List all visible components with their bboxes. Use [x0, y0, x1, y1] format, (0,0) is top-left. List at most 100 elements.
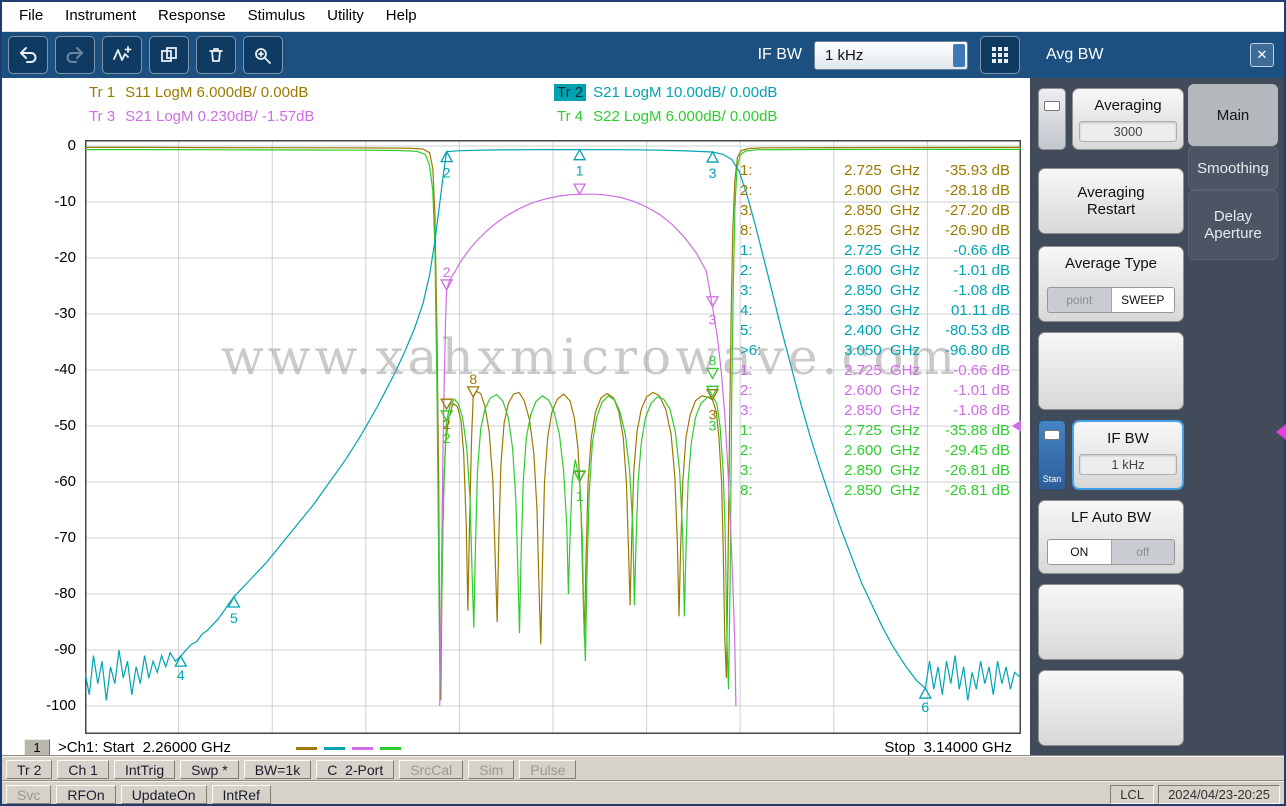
stan-label: Stan [1042, 474, 1062, 484]
svg-text:3: 3 [709, 165, 717, 181]
averaging-value: 3000 [1079, 121, 1177, 142]
y-axis-tick: -100 [45, 697, 76, 714]
status-tr-2[interactable]: Tr 2 [6, 759, 53, 779]
tr3-reference-marker-icon [1012, 420, 1021, 432]
menu-stimulus[interactable]: Stimulus [237, 3, 317, 28]
screen-copy-button[interactable] [149, 36, 189, 74]
status-updateon[interactable]: UpdateOn [120, 784, 207, 804]
svg-text:5: 5 [230, 610, 238, 626]
blank-softkey-row-2 [1038, 584, 1184, 660]
trace-label-3[interactable]: Tr 3 S21 LogM 0.230dB/ -1.57dB [86, 108, 314, 125]
y-axis-tick: 0 [67, 137, 76, 154]
zoom-button[interactable] [243, 36, 283, 74]
legend-dash-icon [296, 747, 317, 750]
blank-softkey-button-1[interactable] [1038, 332, 1184, 410]
svg-text:2: 2 [443, 264, 451, 280]
ifbw-input-value: 1 kHz [825, 46, 864, 64]
tab-main[interactable]: Main [1188, 84, 1278, 146]
lf-auto-bw-on-option[interactable]: ON [1048, 540, 1111, 564]
status-c-2-port[interactable]: C 2-Port [316, 759, 395, 779]
averaging-toggle-button[interactable] [1038, 88, 1066, 150]
undo-button[interactable] [8, 36, 48, 74]
marker-readout-row: 2: 2.600 GHz -1.01 dB [740, 382, 1010, 399]
marker-readout-row: 2: 2.600 GHz -1.01 dB [740, 262, 1010, 279]
average-type-segmented: point SWEEP [1047, 287, 1175, 313]
status-bw-1k[interactable]: BW=1k [243, 759, 312, 779]
svg-text:3: 3 [709, 417, 717, 433]
redo-button[interactable] [55, 36, 95, 74]
trace-label-2[interactable]: Tr 2 S21 LogM 10.00dB/ 0.00dB [554, 84, 777, 101]
undo-icon [18, 46, 38, 64]
svg-text:3: 3 [709, 312, 717, 328]
redo-icon [65, 46, 85, 64]
status-sim: Sim [468, 759, 515, 779]
status-rfon[interactable]: RFOn [56, 784, 116, 804]
menu-instrument[interactable]: Instrument [54, 3, 147, 28]
lf-auto-bw-segmented: ON off [1047, 539, 1175, 565]
status-inttrig[interactable]: IntTrig [113, 759, 176, 779]
toggle-indicator-icon [1044, 101, 1060, 111]
y-axis-tick: -90 [54, 641, 76, 658]
marker-readout-row: 2: 2.600 GHz -28.18 dB [740, 182, 1010, 199]
lf-auto-bw-off-option[interactable]: off [1110, 540, 1175, 564]
marker-readout-row: 8: 2.850 GHz -26.81 dB [740, 482, 1010, 499]
ifbw-input-spinner[interactable] [953, 43, 965, 67]
svg-text:1: 1 [576, 488, 584, 504]
panel-title: Avg BW [1046, 46, 1104, 63]
trace-legend-dashes [296, 747, 401, 750]
average-type-row: Average Type point SWEEP [1038, 246, 1184, 322]
vna-application-window: File Instrument Response Stimulus Utility Hel… [0, 0, 1286, 806]
menu-help[interactable]: Help [375, 3, 428, 28]
add-trace-icon [112, 46, 132, 64]
status-ch-1[interactable]: Ch 1 [57, 759, 109, 779]
tab-delay-aperture[interactable]: Delay Aperture [1188, 190, 1278, 260]
close-icon[interactable]: ✕ [1250, 43, 1274, 67]
marker-readout-row: 1: 2.725 GHz -35.88 dB [740, 422, 1010, 439]
average-type-sweep-option[interactable]: SWEEP [1110, 288, 1174, 312]
lf-auto-bw-button[interactable]: LF Auto BW ON off [1038, 500, 1184, 574]
marker-readout-row: 3: 2.850 GHz -1.08 dB [740, 402, 1010, 419]
ifbw-value: 1 kHz [1079, 454, 1177, 475]
status-bar-2: Svc RFOn UpdateOn IntRef LCL 2024/04/23-20:… [0, 781, 1286, 806]
average-type-button[interactable]: Average Type point SWEEP [1038, 246, 1184, 322]
blank-softkey-button-2[interactable] [1038, 584, 1184, 660]
average-type-label: Average Type [1064, 255, 1157, 272]
averaging-row: Averaging 3000 [1038, 88, 1184, 150]
svg-text:2: 2 [443, 430, 451, 446]
stan-toggle-button[interactable]: Stan [1038, 420, 1066, 490]
averaging-restart-button[interactable]: Averaging Restart [1038, 168, 1184, 234]
menu-response[interactable]: Response [147, 3, 237, 28]
stop-frequency-label: Stop 3.14000 GHz [884, 739, 1012, 756]
marker-readout-row: 1: 2.725 GHz -0.66 dB [740, 362, 1010, 379]
status-svc: Svc [6, 784, 52, 804]
channel-badge: 1 [24, 739, 50, 756]
toggle-indicator-icon [1044, 430, 1060, 440]
ifbw-input[interactable]: 1 kHz [814, 40, 968, 70]
svg-text:8: 8 [469, 371, 477, 387]
chart-area: Tr 1 S11 LogM 6.000dB/ 0.00dB Tr 2 S21 LogM… [0, 78, 1030, 756]
averaging-button[interactable]: Averaging 3000 [1072, 88, 1184, 150]
trace-label-4[interactable]: Tr 4 S22 LogM 6.000dB/ 0.00dB [554, 108, 777, 125]
panel-pointer-icon [1276, 424, 1286, 440]
ifbw-button[interactable]: IF BW 1 kHz [1072, 420, 1184, 490]
keypad-button[interactable] [980, 36, 1020, 74]
average-type-point-option[interactable]: point [1048, 288, 1111, 312]
tab-smoothing[interactable]: Smoothing [1188, 146, 1278, 190]
y-axis-tick: -40 [54, 361, 76, 378]
add-trace-button[interactable] [102, 36, 142, 74]
marker-readout-row: 1: 2.725 GHz -35.93 dB [740, 162, 1010, 179]
blank-softkey-button-3[interactable] [1038, 670, 1184, 746]
panel-header: Avg BW ✕ [1030, 32, 1286, 78]
lf-auto-bw-row: LF Auto BW ON off [1038, 500, 1184, 574]
menu-file[interactable]: File [8, 3, 54, 28]
ifbw-toolbar-label: IF BW [757, 46, 802, 63]
trace-label-1[interactable]: Tr 1 S11 LogM 6.000dB/ 0.00dB [86, 84, 308, 101]
y-axis-tick: -30 [54, 305, 76, 322]
menu-bar: File Instrument Response Stimulus Utility Hel… [0, 0, 1286, 32]
status-swp-[interactable]: Swp * [180, 759, 239, 779]
status-intref[interactable]: IntRef [211, 784, 271, 804]
ifbw-label: IF BW [1107, 430, 1149, 447]
menu-utility[interactable]: Utility [316, 3, 375, 28]
delete-button[interactable] [196, 36, 236, 74]
averaging-restart-row: Averaging Restart [1038, 168, 1184, 234]
